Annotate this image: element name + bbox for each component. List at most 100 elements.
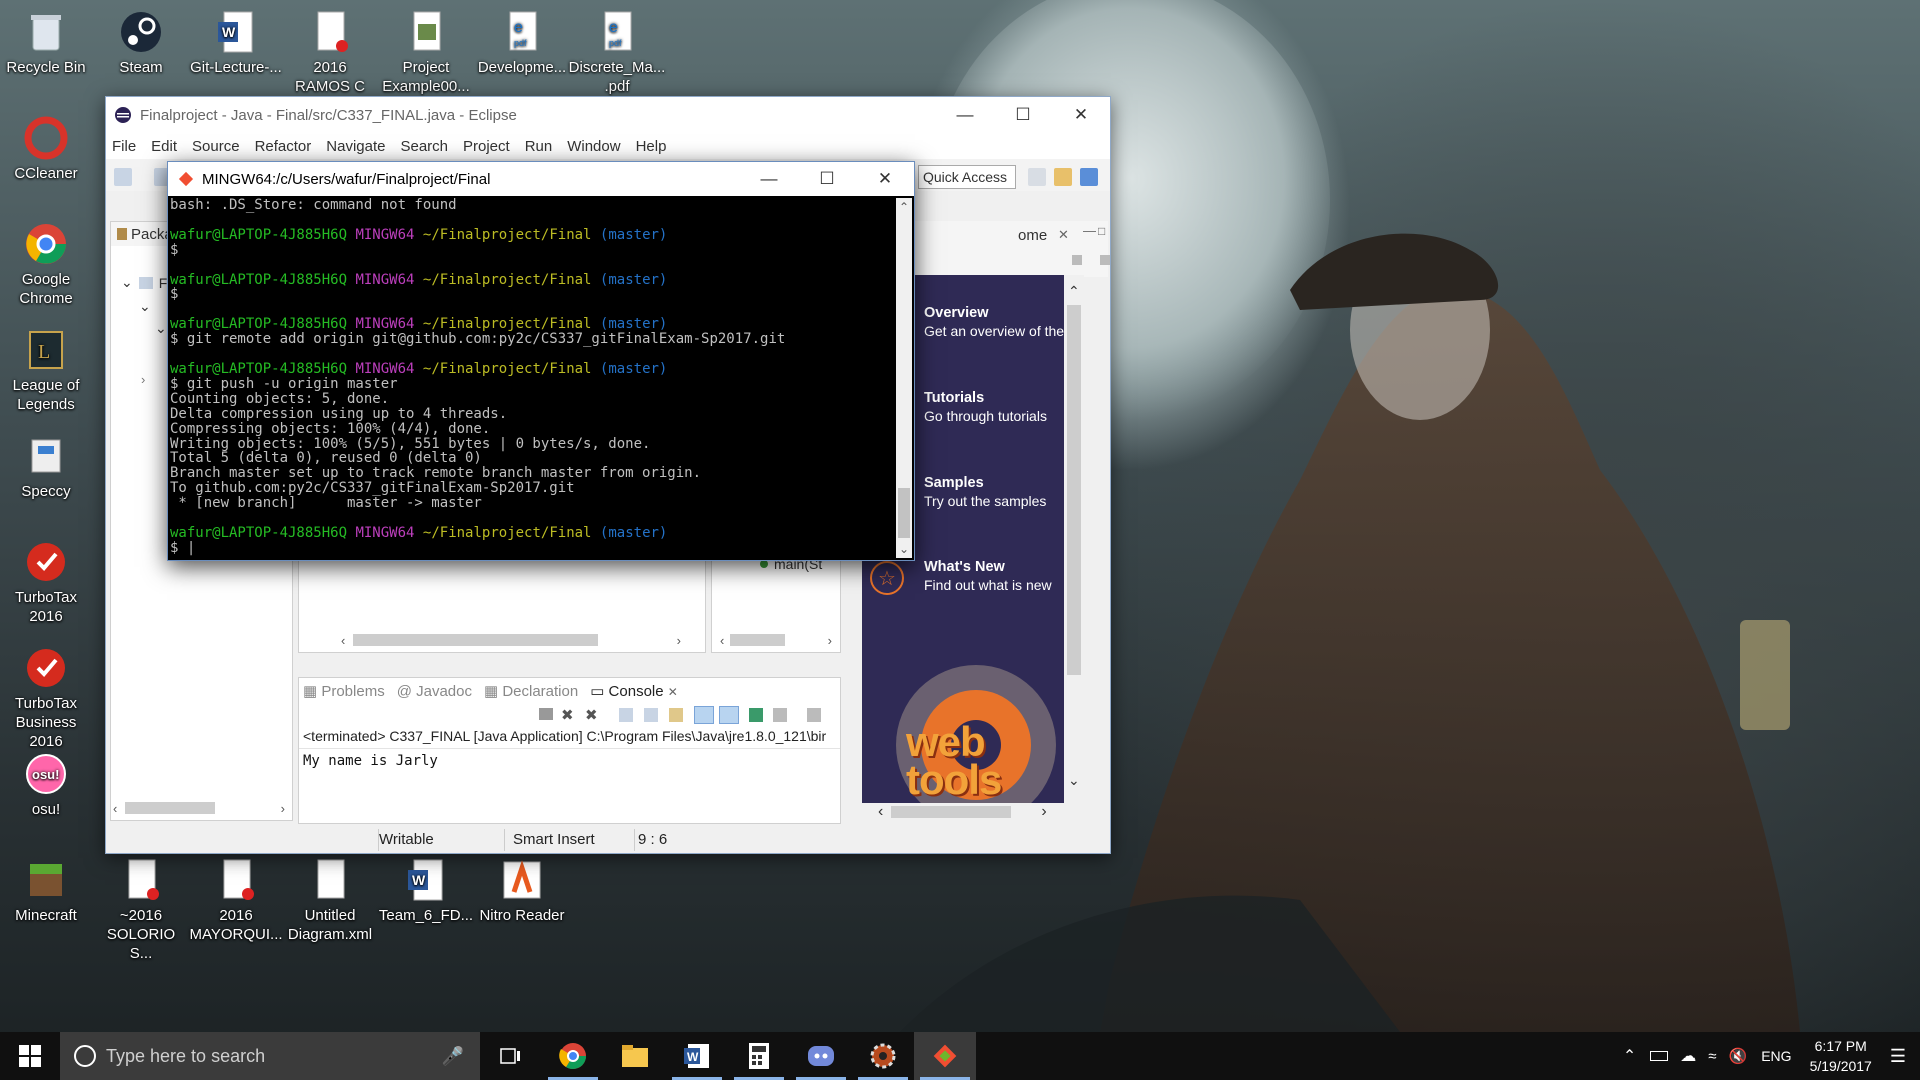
show-hidden-icons[interactable]: ⌃ [1623, 1046, 1636, 1066]
taskbar-git-bash[interactable] [914, 1032, 976, 1080]
terminal-output[interactable]: bash: .DS_Store: command not found wafur… [170, 198, 894, 558]
scroll-thumb[interactable] [125, 802, 216, 814]
desktop-icon-league[interactable]: L League of Legends [0, 326, 92, 414]
taskbar-discord[interactable] [790, 1032, 852, 1080]
git-bash-titlebar[interactable]: MINGW64:/c/Users/wafur/Finalproject/Fina… [168, 162, 914, 196]
tab-welcome[interactable]: ome [1018, 227, 1047, 244]
desktop-icon-discrete-pdf[interactable]: e pdf Discrete_Ma... .pdf [569, 8, 665, 96]
open-console-icon[interactable] [807, 708, 821, 722]
menu-edit[interactable]: Edit [151, 138, 177, 155]
close-icon[interactable]: ✕ [668, 685, 678, 699]
menu-project[interactable]: Project [463, 138, 510, 155]
desktop-icon-chrome[interactable]: Google Chrome [0, 220, 92, 308]
nav-forward-icon[interactable] [1100, 255, 1110, 265]
taskbar-word[interactable]: W [666, 1032, 728, 1080]
tab-javadoc[interactable]: @ Javadoc [397, 683, 472, 700]
desktop-icon-osu[interactable]: osu! osu! [0, 750, 92, 819]
java-ee-perspective-icon[interactable] [1054, 168, 1072, 186]
minimize-button[interactable]: — [936, 97, 994, 133]
tab-console[interactable]: ▭ Console ✕ [590, 682, 678, 700]
tab-declaration[interactable]: ▦ Declaration [484, 682, 578, 700]
battery-icon[interactable] [1650, 1051, 1669, 1061]
display-console-icon[interactable] [773, 708, 787, 722]
scroll-thumb[interactable] [353, 634, 599, 646]
desktop-icon-speccy[interactable]: Speccy [0, 432, 92, 501]
desktop-icon-mayorqui-taxes[interactable]: 2016 MAYORQUI... [189, 856, 283, 944]
maximize-view-icon[interactable]: □ [1098, 224, 1105, 238]
java-perspective-icon[interactable] [1080, 168, 1098, 186]
eclipse-titlebar[interactable]: Finalproject - Java - Final/src/C337_FIN… [106, 97, 1110, 133]
scroll-thumb[interactable] [730, 634, 786, 646]
desktop-icon-git-lecture[interactable]: W Git-Lecture-... [190, 8, 282, 77]
taskbar-calculator[interactable] [728, 1032, 790, 1080]
welcome-samples[interactable]: Samples Try out the samples [924, 473, 1046, 510]
editor-horizontal-scrollbar[interactable]: ‹ › [301, 632, 701, 648]
task-view-button[interactable] [480, 1032, 542, 1080]
outline-horizontal-scrollbar[interactable]: ‹ › [714, 632, 838, 648]
desktop-icon-ccleaner[interactable]: CCleaner [0, 114, 92, 183]
welcome-vertical-scrollbar[interactable]: ⌃ ⌄ [1064, 275, 1084, 803]
desktop-icon-project-example[interactable]: Project Example00... [380, 8, 472, 96]
new-icon[interactable] [114, 168, 132, 186]
show-stderr-icon[interactable] [719, 706, 739, 724]
console-panel[interactable]: ▦ Problems @ Javadoc ▦ Declaration ▭ Con… [298, 677, 841, 824]
clear-console-icon[interactable] [619, 708, 633, 722]
wifi-icon[interactable]: ≈ [1708, 1048, 1716, 1065]
clock[interactable]: 6:17 PM 5/19/2017 [1810, 1036, 1872, 1076]
chevron-right-icon[interactable]: › [141, 372, 145, 387]
welcome-overview[interactable]: Overview Get an overview of the f [924, 303, 1072, 340]
menu-refactor[interactable]: Refactor [255, 138, 312, 155]
taskbar-file-explorer[interactable] [604, 1032, 666, 1080]
tab-problems[interactable]: ▦ Problems [303, 682, 385, 700]
scroll-thumb[interactable] [1067, 305, 1081, 675]
chevron-down-icon[interactable]: ⌄ [139, 298, 151, 315]
console-output[interactable]: My name is Jarly [299, 748, 840, 769]
maximize-button[interactable]: ☐ [994, 97, 1052, 133]
quick-access-input[interactable]: Quick Access [918, 165, 1016, 189]
scroll-thumb[interactable] [898, 488, 910, 538]
desktop-icon-turbotax-2016[interactable]: TurboTax 2016 [0, 538, 92, 626]
volume-muted-icon[interactable]: 🔇 [1729, 1047, 1748, 1065]
menu-window[interactable]: Window [567, 138, 620, 155]
remove-all-icon[interactable]: ✖ [585, 706, 598, 724]
show-stdout-icon[interactable] [694, 706, 714, 724]
scroll-thumb[interactable] [891, 806, 1012, 818]
close-button[interactable]: ✕ [1052, 97, 1110, 133]
terminal-scrollbar[interactable]: ⌃ ⌄ [896, 198, 912, 558]
maximize-button[interactable]: ☐ [798, 162, 856, 196]
action-center-icon[interactable]: ☰ [1890, 1046, 1906, 1067]
desktop-icon-solorio-taxes[interactable]: ~2016 SOLORIO S... [95, 856, 187, 963]
desktop-icon-turbotax-business[interactable]: TurboTax Business 2016 [0, 644, 92, 751]
menu-navigate[interactable]: Navigate [326, 138, 385, 155]
menu-file[interactable]: File [112, 138, 136, 155]
scroll-lock-icon[interactable] [644, 708, 658, 722]
nav-back-icon[interactable] [1072, 255, 1082, 265]
menu-run[interactable]: Run [525, 138, 553, 155]
git-bash-window[interactable]: MINGW64:/c/Users/wafur/Finalproject/Fina… [167, 161, 915, 561]
desktop-icon-minecraft[interactable]: Minecraft [0, 856, 92, 925]
taskbar-search-box[interactable]: Type here to search 🎤 [60, 1032, 480, 1080]
chevron-down-icon[interactable]: ⌄ [155, 320, 167, 337]
welcome-tutorials[interactable]: Tutorials Go through tutorials [924, 388, 1047, 425]
language-indicator[interactable]: ENG [1761, 1048, 1791, 1064]
menu-help[interactable]: Help [636, 138, 667, 155]
desktop-icon-untitled-diagram[interactable]: Untitled Diagram.xml [284, 856, 376, 944]
microphone-icon[interactable]: 🎤 [442, 1046, 464, 1067]
welcome-horizontal-scrollbar[interactable]: ‹ › [862, 803, 1105, 821]
minimize-button[interactable]: — [740, 162, 798, 196]
pin-console-icon[interactable] [749, 708, 763, 722]
desktop-icon-nitro-reader[interactable]: Nitro Reader [476, 856, 568, 925]
taskbar-settings[interactable] [852, 1032, 914, 1080]
desktop-icon-recycle-bin[interactable]: Recycle Bin [0, 8, 92, 77]
onedrive-icon[interactable]: ☁ [1680, 1046, 1696, 1066]
remove-launch-icon[interactable]: ✖ [561, 706, 574, 724]
word-wrap-icon[interactable] [669, 708, 683, 722]
menu-search[interactable]: Search [400, 138, 448, 155]
close-icon[interactable]: ✕ [1058, 227, 1069, 243]
desktop-icon-team-6[interactable]: W Team_6_FD... [379, 856, 473, 925]
horizontal-scrollbar[interactable]: ‹ › [113, 800, 289, 816]
tree-item-project[interactable]: ⌄ Fi [121, 274, 170, 291]
desktop-icon-development-pdf[interactable]: e pdf Developme... [476, 8, 568, 77]
desktop-icon-steam[interactable]: Steam [95, 8, 187, 77]
open-perspective-icon[interactable] [1028, 168, 1046, 186]
